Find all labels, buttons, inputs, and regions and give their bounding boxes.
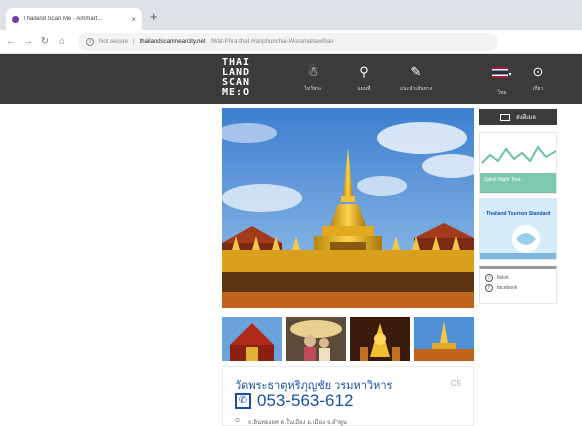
site-logo[interactable]: THAI LAND SCAN ME:O xyxy=(222,58,260,98)
email-share-label: ส่งอีเมล xyxy=(516,115,536,121)
temple-icon: ☃ xyxy=(307,64,319,79)
phone-icon: ✆ xyxy=(235,393,251,409)
phone-row[interactable]: ✆ 053-563-612 xyxy=(235,392,353,410)
nav-item-about[interactable]: ⊙ เกี่ยว xyxy=(518,64,558,93)
ad-caption: Thailand Tourism Standard xyxy=(486,211,550,217)
home-button[interactable]: ⌂ xyxy=(57,36,67,47)
back-button[interactable]: ← xyxy=(6,36,16,47)
card-tag: C5 xyxy=(450,379,461,388)
security-label: Not secure xyxy=(99,38,129,45)
social-label: facebook xyxy=(497,285,518,291)
tab-title: Thailand Scan Me - Ammart... xyxy=(23,16,103,22)
browser-tab-strip: Thailand Scan Me - Ammart... × + xyxy=(0,0,582,30)
ad-caption: Sakol Night Tour... xyxy=(484,177,525,183)
nav-item-label: แผนที่ xyxy=(357,86,371,92)
ad-banner-night-tour[interactable]: Sakol Night Tour... xyxy=(479,132,557,194)
site-header: THAI LAND SCAN ME:O ☃ ไหว้พระ ⚲ แผนที่ ✎… xyxy=(0,54,582,104)
close-tab-icon[interactable]: × xyxy=(131,15,136,24)
social-link-facebook[interactable]: f facebook xyxy=(485,284,551,292)
social-links: ♫ tiktok f facebook xyxy=(479,266,557,304)
site-favicon-icon xyxy=(12,15,19,23)
nav-item-pray[interactable]: ☃ ไหว้พระ xyxy=(293,64,333,93)
url-path: /Wat-Phra-that-Hariphunchai-Woramahawiha… xyxy=(210,38,334,45)
url-domain: thailandscanmearcity.net xyxy=(139,38,206,45)
address-bar[interactable]: i Not secure | thailandscanmearcity.net … xyxy=(78,32,498,51)
language-switcher[interactable]: ▾ ไทย xyxy=(482,64,522,97)
logo-line: ME:O xyxy=(222,87,251,98)
address-text: ถ.อินทยงยศ ต.ในเมือง อ.เมือง จ.ลำพูน xyxy=(248,420,347,426)
nav-item-label: ไหว้พระ xyxy=(304,86,322,92)
browser-toolbar: ← → ↻ ⌂ i Not secure | thailandscanmearc… xyxy=(0,30,582,54)
ad-banner-tourism-standard[interactable]: Thailand Tourism Standard xyxy=(479,198,557,260)
nav-item-label: เกี่ยว xyxy=(532,86,544,92)
forward-button[interactable]: → xyxy=(23,36,33,47)
address-row: ⊙ ถ.อินทยงยศ ต.ในเมือง อ.เมือง จ.ลำพูน xyxy=(235,417,347,426)
thumbnail[interactable] xyxy=(286,317,346,361)
social-label: tiktok xyxy=(497,275,509,281)
route-icon: ✎ xyxy=(410,64,422,79)
reload-button[interactable]: ↻ xyxy=(40,36,50,47)
social-link-tiktok[interactable]: ♫ tiktok xyxy=(485,274,551,282)
thai-flag-icon xyxy=(492,67,509,79)
browser-tab[interactable]: Thailand Scan Me - Ammart... × xyxy=(6,8,142,30)
thumbnail[interactable] xyxy=(222,317,282,361)
tiktok-icon: ♫ xyxy=(485,274,493,282)
nav-item-map[interactable]: ⚲ แผนที่ xyxy=(344,64,384,93)
thumbnail[interactable] xyxy=(414,317,474,361)
hero-photo[interactable] xyxy=(222,108,474,308)
thumbnail[interactable] xyxy=(350,317,410,361)
new-tab-button[interactable]: + xyxy=(150,10,158,24)
about-icon: ⊙ xyxy=(532,64,544,79)
nav-item-label: แนะนำเส้นทาง xyxy=(399,86,433,92)
map-pin-icon: ⚲ xyxy=(359,64,369,79)
email-share-button[interactable]: ส่งอีเมล xyxy=(479,109,557,125)
language-label: ไทย xyxy=(497,90,507,96)
phone-number[interactable]: 053-563-612 xyxy=(257,392,353,410)
info-icon[interactable]: i xyxy=(86,37,94,46)
chevron-down-icon: ▾ xyxy=(508,72,512,78)
photo-thumbnails xyxy=(222,317,474,361)
place-info-card: วัดพระธาตุหริภุญชัย วรมหาวิหาร C5 ✆ 053-… xyxy=(222,366,474,426)
mail-icon xyxy=(500,113,511,121)
nav-item-route[interactable]: ✎ แนะนำเส้นทาง xyxy=(396,64,436,93)
facebook-icon: f xyxy=(485,284,493,292)
location-icon: ⊙ xyxy=(235,418,241,424)
